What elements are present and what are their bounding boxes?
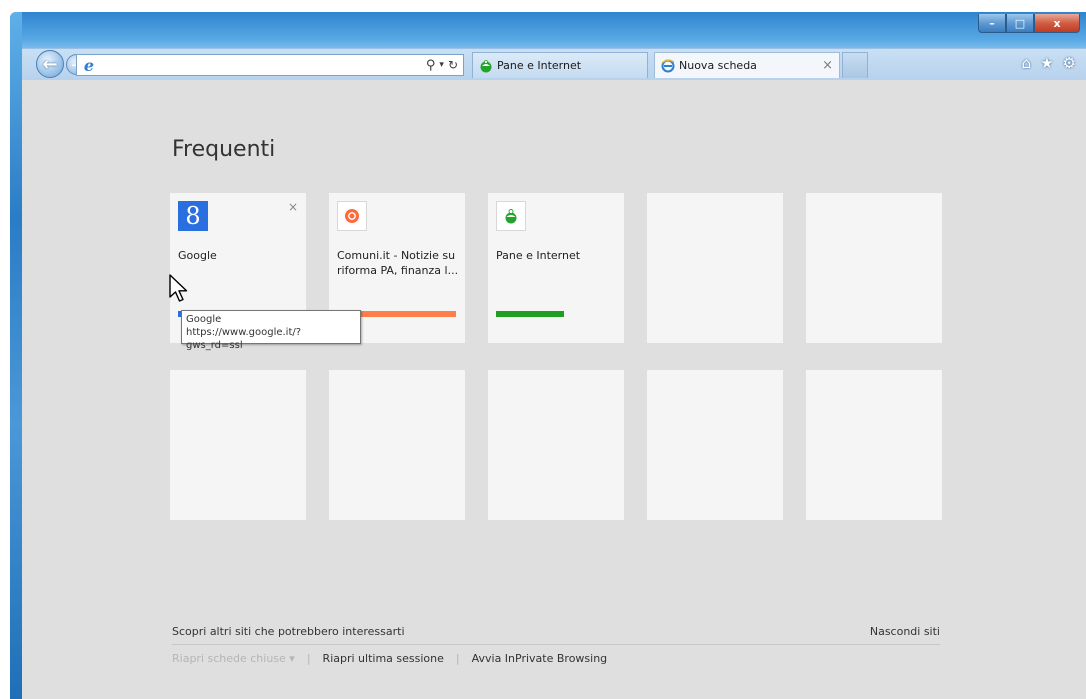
tile-empty[interactable] — [806, 370, 942, 520]
new-tab-page: Frequenti 8 × Google Comuni.it - Notizie… — [22, 80, 1086, 699]
refresh-icon[interactable]: ↻ — [448, 58, 458, 72]
home-icon[interactable]: ⌂ — [1022, 54, 1032, 72]
close-window-button[interactable]: x — [1034, 14, 1080, 33]
google-icon: 8 — [178, 201, 208, 231]
page-title: Frequenti — [172, 137, 276, 162]
tile-label: Google — [178, 249, 217, 262]
discover-sites-link[interactable]: Scopri altri siti che potrebbero interes… — [172, 625, 405, 638]
tile-empty[interactable] — [488, 370, 624, 520]
ie-icon — [661, 59, 675, 73]
close-tab-icon[interactable]: × — [822, 58, 833, 73]
tile-empty[interactable] — [170, 370, 306, 520]
session-links: Riapri schede chiuse ▾ | Riapri ultima s… — [172, 652, 607, 665]
tile-label: Pane e Internet — [496, 249, 581, 262]
tile-empty[interactable] — [647, 193, 783, 343]
maximize-button[interactable]: □ — [1006, 14, 1034, 33]
reopen-last-session-link[interactable]: Riapri ultima sessione — [323, 652, 444, 665]
command-icons: ⌂ ★ ⚙ — [1022, 54, 1076, 72]
pane-internet-icon — [496, 201, 526, 231]
star-icon[interactable]: ★ — [1040, 54, 1053, 72]
comuni-icon — [337, 201, 367, 231]
search-icon[interactable]: ⚲ — [426, 58, 436, 73]
tooltip-url: https://www.google.it/?gws_rd=ssl — [186, 327, 302, 351]
gear-icon[interactable]: ⚙ — [1063, 54, 1076, 72]
window-caption-buttons: – □ x — [978, 14, 1080, 34]
mouse-pointer-icon — [169, 274, 188, 302]
new-tab-button[interactable] — [842, 52, 868, 78]
tab-label: Pane e Internet — [497, 59, 582, 72]
tab-pane-e-internet[interactable]: Pane e Internet — [472, 52, 648, 78]
tile-label: Comuni.it - Notizie su riforma PA, finan… — [337, 249, 459, 277]
tab-label: Nuova scheda — [679, 59, 757, 72]
back-button[interactable]: ← — [36, 50, 64, 78]
hide-sites-link[interactable]: Nascondi siti — [870, 625, 940, 638]
address-tools: ⚲ ▾ ↻ — [426, 58, 458, 73]
close-icon[interactable]: × — [288, 200, 298, 214]
address-bar[interactable]: e ⚲ ▾ ↻ — [76, 54, 464, 76]
tile-color-bar — [496, 311, 564, 317]
window-frame-left — [10, 12, 22, 699]
inprivate-browsing-link[interactable]: Avvia InPrivate Browsing — [472, 652, 608, 665]
pane-internet-icon — [479, 59, 493, 73]
reopen-closed-tabs-link[interactable]: Riapri schede chiuse ▾ — [172, 652, 295, 665]
discover-row: Scopri altri siti che potrebbero interes… — [172, 623, 940, 645]
minimize-button[interactable]: – — [978, 14, 1006, 33]
chevron-down-icon[interactable]: ▾ — [439, 60, 444, 70]
ie-icon: e — [83, 55, 95, 75]
address-input[interactable] — [98, 56, 426, 74]
tile-empty[interactable] — [329, 370, 465, 520]
tile-empty[interactable] — [806, 193, 942, 343]
tooltip-title: Google — [186, 314, 222, 325]
tooltip: Google https://www.google.it/?gws_rd=ssl — [181, 310, 361, 351]
back-arrow-icon: ← — [42, 53, 58, 75]
tile-empty[interactable] — [647, 370, 783, 520]
link-separator: | — [306, 652, 311, 665]
tab-nuova-scheda[interactable]: Nuova scheda × — [654, 52, 840, 78]
tile-pane-e-internet[interactable]: Pane e Internet — [488, 193, 624, 343]
link-separator: | — [455, 652, 460, 665]
